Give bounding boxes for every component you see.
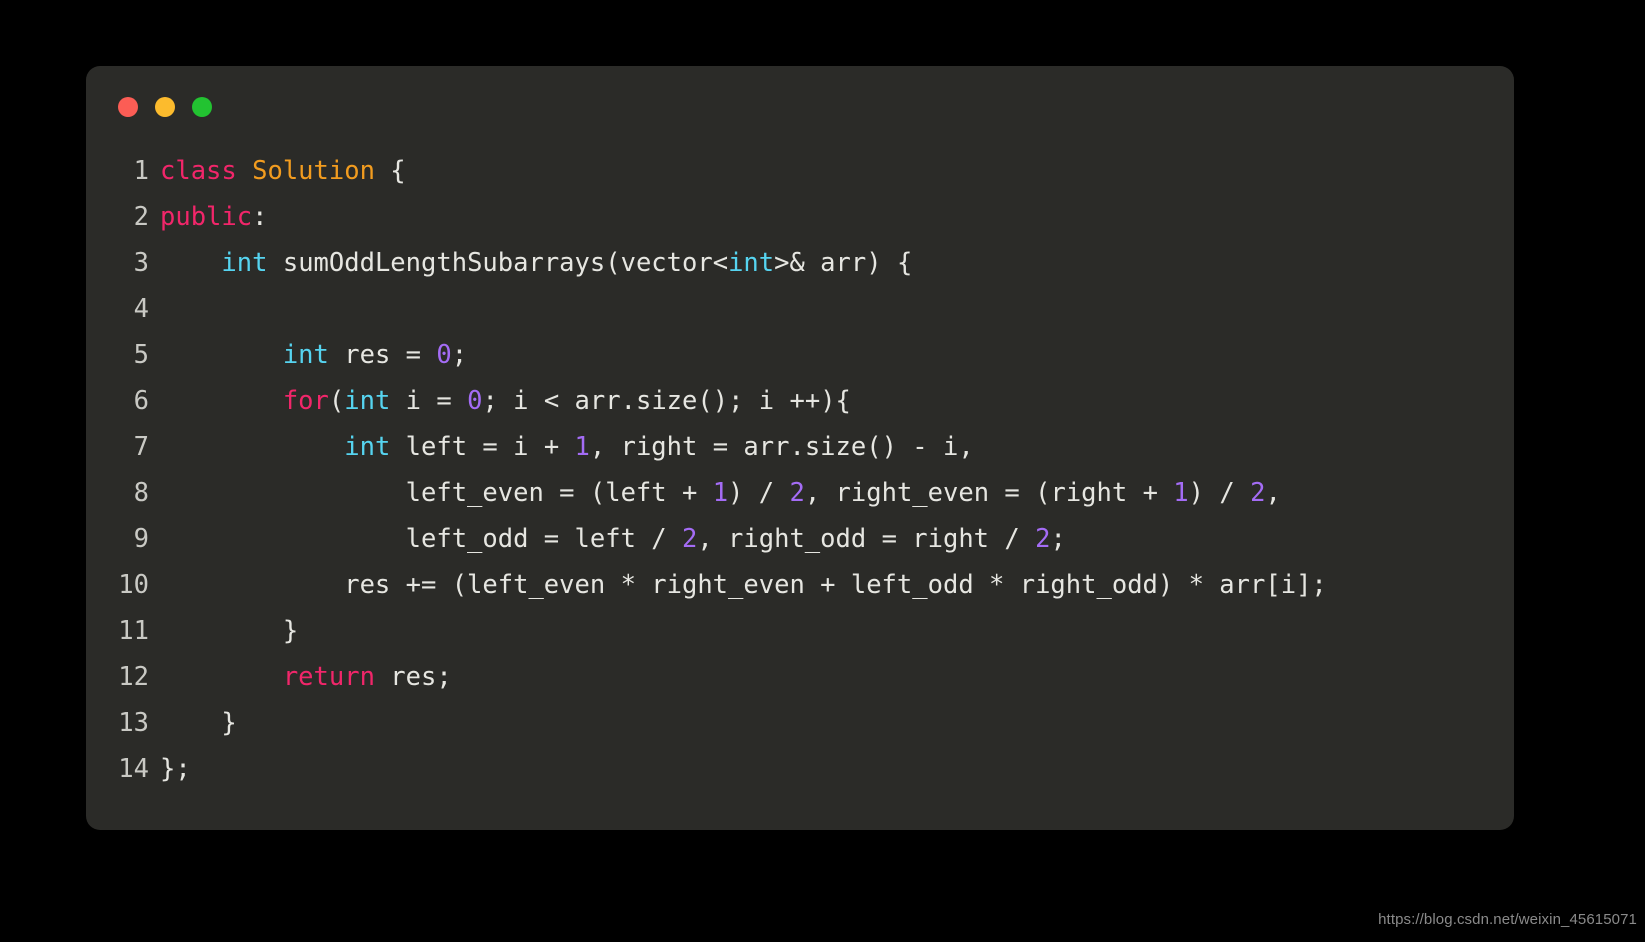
code-token: }; xyxy=(160,754,191,784)
code-block: 1 class Solution {2 public: 3 int sumOddLen… xyxy=(86,148,1514,792)
code-token: ( xyxy=(328,386,345,416)
maximize-window-button[interactable] xyxy=(192,97,212,117)
code-token: ; xyxy=(1050,524,1066,554)
code-token: res; xyxy=(374,662,452,692)
code-token: int xyxy=(221,248,268,278)
code-line: 9 left_odd = left / 2, right_odd = right… xyxy=(86,516,1514,562)
code-token: } xyxy=(160,616,299,646)
code-token: res += (left_even * right_even + left_od… xyxy=(160,570,1327,600)
code-line: 12 return res; xyxy=(86,654,1514,700)
code-line: 13 } xyxy=(86,700,1514,746)
code-line: 8 left_even = (left + 1) / 2, right_even… xyxy=(86,470,1514,516)
code-line: 14}; xyxy=(86,746,1514,792)
code-token: ; i < arr.size(); i ++){ xyxy=(482,386,851,416)
code-token: : xyxy=(252,202,268,232)
code-token: Solution xyxy=(252,156,375,186)
code-token: >& arr) { xyxy=(774,248,913,278)
code-token: ) / xyxy=(728,478,790,508)
line-content[interactable]: res += (left_even * right_even + left_od… xyxy=(160,562,1327,608)
code-token: , right_odd = right / xyxy=(697,524,1036,554)
code-line: 2 public: xyxy=(86,194,1514,240)
line-content[interactable]: int res = 0; xyxy=(160,332,467,378)
code-token: left_even = (left + xyxy=(160,478,713,508)
line-number: 9 xyxy=(133,524,149,554)
close-window-button[interactable] xyxy=(118,97,138,117)
line-content[interactable]: left_even = (left + 1) / 2, right_even =… xyxy=(160,470,1281,516)
line-number: 8 xyxy=(133,478,149,508)
line-number: 3 xyxy=(133,248,149,278)
code-token: 1 xyxy=(712,478,729,508)
code-token: 0 xyxy=(436,340,452,370)
line-number: 14 xyxy=(118,754,149,784)
watermark-url: https://blog.csdn.net/weixin_45615071 xyxy=(1378,911,1637,928)
line-content[interactable]: } xyxy=(160,608,298,654)
code-token: for xyxy=(282,386,329,416)
code-token: 0 xyxy=(467,386,483,416)
window-titlebar xyxy=(86,66,1514,148)
line-number: 1 xyxy=(133,156,149,186)
code-line: 10 res += (left_even * right_even + left… xyxy=(86,562,1514,608)
line-content[interactable]: left_odd = left / 2, right_odd = right /… xyxy=(160,516,1066,562)
line-number: 10 xyxy=(118,570,149,600)
line-content[interactable]: }; xyxy=(160,746,191,792)
code-token: 2 xyxy=(681,524,698,554)
code-token: int xyxy=(344,432,391,462)
line-content[interactable]: return res; xyxy=(160,654,452,700)
code-token: res = xyxy=(328,340,437,370)
code-line: 5 int res = 0; xyxy=(86,332,1514,378)
code-line: 6 for(int i = 0; i < arr.size(); i ++){ xyxy=(86,378,1514,424)
line-number: 2 xyxy=(133,202,149,232)
code-token: left_odd = left / xyxy=(160,524,682,554)
code-token: public xyxy=(160,202,253,232)
line-number: 5 xyxy=(133,340,149,370)
line-content[interactable]: int left = i + 1, right = arr.size() - i… xyxy=(160,424,974,470)
minimize-window-button[interactable] xyxy=(155,97,175,117)
code-token: i = xyxy=(390,386,468,416)
code-token: 1 xyxy=(574,432,590,462)
code-token: int xyxy=(282,340,329,370)
code-token: 2 xyxy=(1250,478,1266,508)
code-token: , right = arr.size() - i, xyxy=(589,432,974,462)
code-token: class xyxy=(160,156,237,186)
line-content[interactable]: for(int i = 0; i < arr.size(); i ++){ xyxy=(160,378,851,424)
code-line: 1 class Solution { xyxy=(86,148,1514,194)
code-line: 4 xyxy=(86,286,1514,332)
code-token: { xyxy=(374,156,406,186)
line-number: 7 xyxy=(133,432,149,462)
code-token: 2 xyxy=(789,478,805,508)
code-token: return xyxy=(282,662,375,692)
line-number: 6 xyxy=(133,386,149,416)
code-token: } xyxy=(160,708,237,738)
code-token: sumOddLengthSubarrays(vector< xyxy=(267,248,729,278)
code-token: ; xyxy=(451,340,468,370)
line-content[interactable]: } xyxy=(160,700,237,746)
code-token: ) / xyxy=(1188,478,1251,508)
code-token: int xyxy=(344,386,391,416)
line-number: 13 xyxy=(118,708,149,738)
code-token: 1 xyxy=(1173,478,1189,508)
code-token: , right_even = (right + xyxy=(804,478,1174,508)
code-token: 2 xyxy=(1035,524,1051,554)
line-number: 4 xyxy=(133,294,149,324)
code-line: 11 } xyxy=(86,608,1514,654)
line-number: 11 xyxy=(118,616,149,646)
line-content[interactable]: int sumOddLengthSubarrays(vector<int>& a… xyxy=(160,240,912,286)
line-number: 12 xyxy=(118,662,149,692)
code-token: , xyxy=(1265,478,1281,508)
line-content[interactable]: class Solution { xyxy=(160,148,406,194)
code-token: int xyxy=(728,248,775,278)
code-snippet-window: 1 class Solution {2 public: 3 int sumOddLen… xyxy=(86,66,1514,830)
line-content[interactable]: public: xyxy=(160,194,267,240)
code-token: left = i + xyxy=(390,432,575,462)
code-line: 7 int left = i + 1, right = arr.size() -… xyxy=(86,424,1514,470)
code-line: 3 int sumOddLengthSubarrays(vector<int>&… xyxy=(86,240,1514,286)
